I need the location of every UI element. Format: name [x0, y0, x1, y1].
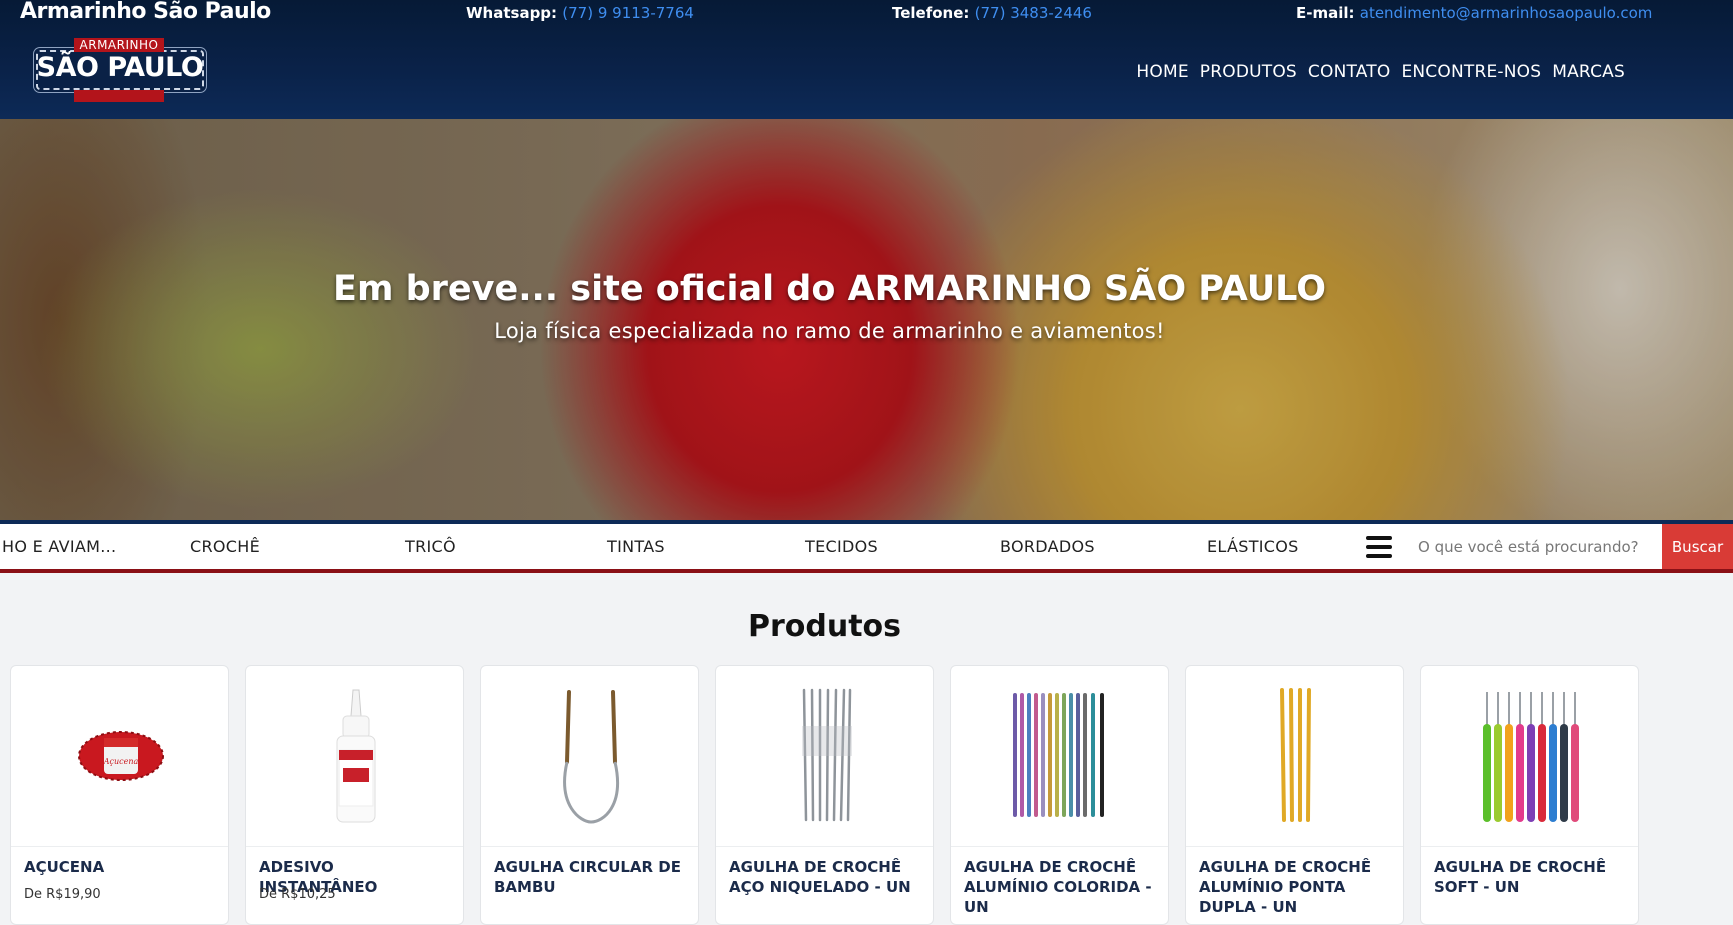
- phone-label: Telefone:: [892, 4, 970, 22]
- card-divider: [1421, 846, 1638, 847]
- product-price: De R$10,25: [259, 887, 336, 902]
- category-tintas[interactable]: TINTAS: [607, 537, 665, 556]
- card-divider: [11, 846, 228, 847]
- category-bordados[interactable]: BORDADOS: [1000, 537, 1095, 556]
- hamburger-menu-icon[interactable]: [1366, 536, 1392, 558]
- product-name[interactable]: AGULHA DE CROCHÊ SOFT - UN: [1434, 857, 1630, 897]
- phone-link[interactable]: (77) 3483-2446: [975, 4, 1092, 22]
- product-name[interactable]: AÇUCENA: [24, 857, 220, 877]
- nav-produtos[interactable]: PRODUTOS: [1200, 62, 1297, 82]
- site-header: Armarinho São Paulo Whatsapp: (77) 9 911…: [0, 0, 1733, 119]
- email-label: E-mail:: [1296, 4, 1355, 22]
- nav-marcas[interactable]: MARCAS: [1552, 62, 1625, 82]
- category-elasticos[interactable]: ELÁSTICOS: [1207, 537, 1299, 556]
- product-card[interactable]: AGULHA DE CROCHÊ ALUMÍNIO PONTA DUPLA - …: [1185, 665, 1404, 925]
- search-input[interactable]: [1406, 524, 1662, 569]
- hero-banner: Em breve... site oficial do ARMARINHO SÃ…: [0, 119, 1733, 520]
- whatsapp-link[interactable]: (77) 9 9113-7764: [562, 4, 694, 22]
- logo-ribbon-top: ARMARINHO: [74, 38, 164, 52]
- product-image: [246, 666, 463, 846]
- hero-title: Em breve... site oficial do ARMARINHO SÃ…: [333, 269, 1326, 309]
- product-name[interactable]: AGULHA DE CROCHÊ ALUMÍNIO COLORIDA - UN: [964, 857, 1160, 917]
- nav-encontre-nos[interactable]: ENCONTRE-NOS: [1401, 62, 1541, 82]
- whatsapp-contact: Whatsapp: (77) 9 9113-7764: [466, 4, 694, 22]
- category-croche[interactable]: CROCHÊ: [190, 537, 260, 556]
- category-tecidos[interactable]: TECIDOS: [805, 537, 878, 556]
- product-name[interactable]: AGULHA CIRCULAR DE BAMBU: [494, 857, 690, 897]
- category-trico[interactable]: TRICÔ: [405, 537, 456, 556]
- card-divider: [481, 846, 698, 847]
- product-price: De R$19,90: [24, 887, 101, 902]
- card-divider: [716, 846, 933, 847]
- double-hooks-icon: [1279, 688, 1311, 822]
- brand-title[interactable]: Armarinho São Paulo: [20, 0, 271, 24]
- category-armarinho[interactable]: HO E AVIAM...: [2, 537, 116, 556]
- whatsapp-label: Whatsapp:: [466, 4, 558, 22]
- product-image: [1186, 666, 1403, 846]
- email-link[interactable]: atendimento@armarinhosaopaulo.com: [1360, 4, 1653, 22]
- main-nav: HOME PRODUTOS CONTATO ENCONTRE-NOS MARCA…: [1136, 62, 1625, 82]
- product-image: [481, 666, 698, 846]
- product-image: [1421, 666, 1638, 846]
- colored-hooks-icon: [1012, 693, 1104, 817]
- products-title: Produtos: [747, 609, 902, 644]
- email-contact: E-mail: atendimento@armarinhosaopaulo.co…: [1296, 4, 1652, 22]
- product-card[interactable]: AGULHA DE CROCHÊ SOFT - UN: [1420, 665, 1639, 925]
- card-divider: [951, 846, 1168, 847]
- phone-contact: Telefone: (77) 3483-2446: [892, 4, 1092, 22]
- site-logo[interactable]: ARMARINHO SÃO PAULO: [36, 38, 204, 104]
- nav-contato[interactable]: CONTATO: [1308, 62, 1391, 82]
- product-card[interactable]: AGULHA DE CROCHÊ ALUMÍNIO COLORIDA - UN: [950, 665, 1169, 925]
- logo-ribbon-bottom: [74, 90, 164, 102]
- category-bar: HO E AVIAM... CROCHÊ TRICÔ TINTAS TECIDO…: [0, 520, 1733, 573]
- search-button[interactable]: Buscar: [1662, 524, 1733, 569]
- product-image: Açucena: [11, 666, 228, 846]
- product-card[interactable]: AGULHA CIRCULAR DE BAMBU: [480, 665, 699, 925]
- svg-text:Açucena: Açucena: [102, 757, 138, 766]
- hero-subtitle: Loja física especializada no ramo de arm…: [494, 319, 1165, 343]
- card-divider: [246, 846, 463, 847]
- product-card[interactable]: AGULHA DE CROCHÊ AÇO NIQUELADO - UN: [715, 665, 934, 925]
- product-image: [716, 666, 933, 846]
- steel-hooks-icon: [801, 688, 852, 822]
- product-card[interactable]: Açucena AÇUCENA De R$19,90: [10, 665, 229, 925]
- soft-hooks-icon: [1482, 692, 1579, 822]
- card-divider: [1186, 846, 1403, 847]
- product-card[interactable]: ADESIVO INSTANTÂNEO De R$10,25: [245, 665, 464, 925]
- product-name[interactable]: AGULHA DE CROCHÊ AÇO NIQUELADO - UN: [729, 857, 925, 897]
- glue-bottle-icon: [336, 689, 375, 823]
- logo-name: SÃO PAULO: [36, 52, 204, 83]
- yarn-skein-icon: Açucena: [77, 731, 164, 781]
- circular-needle-icon: [562, 690, 619, 824]
- product-image: [951, 666, 1168, 846]
- nav-home[interactable]: HOME: [1136, 62, 1188, 82]
- product-name[interactable]: AGULHA DE CROCHÊ ALUMÍNIO PONTA DUPLA - …: [1199, 857, 1395, 917]
